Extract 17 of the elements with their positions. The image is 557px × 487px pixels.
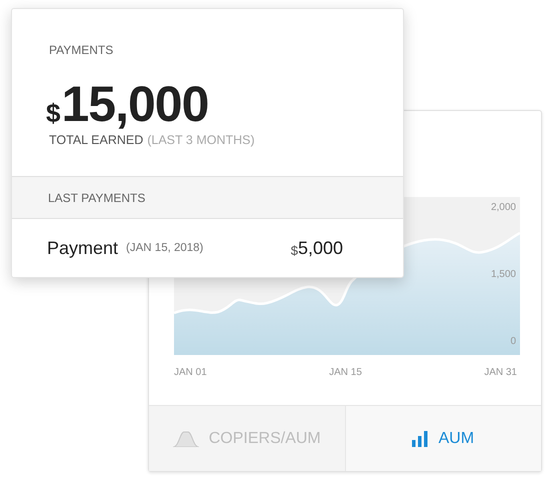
x-axis-label: JAN 15 bbox=[329, 367, 362, 378]
period-label: (LAST 3 MONTHS) bbox=[147, 133, 255, 147]
total-label: TOTAL EARNED bbox=[49, 133, 144, 147]
payment-date: (JAN 15, 2018) bbox=[126, 242, 204, 254]
card-title: PAYMENTS bbox=[49, 43, 114, 57]
y-axis-label: 1,500 bbox=[490, 269, 516, 280]
total-amount: 15,000 bbox=[61, 79, 208, 129]
bar-chart-icon bbox=[412, 430, 428, 446]
x-axis-label: JAN 31 bbox=[484, 367, 517, 378]
y-axis-label: 2,000 bbox=[490, 202, 516, 213]
payment-label: Payment bbox=[47, 238, 118, 258]
y-axis-label: 0 bbox=[510, 336, 516, 347]
payment-amount: $5,000 bbox=[290, 238, 343, 258]
section-title: LAST PAYMENTS bbox=[48, 190, 146, 204]
currency-symbol: $ bbox=[46, 100, 60, 126]
x-axis-label: JAN 01 bbox=[174, 367, 207, 378]
bell-curve-icon bbox=[172, 430, 199, 446]
